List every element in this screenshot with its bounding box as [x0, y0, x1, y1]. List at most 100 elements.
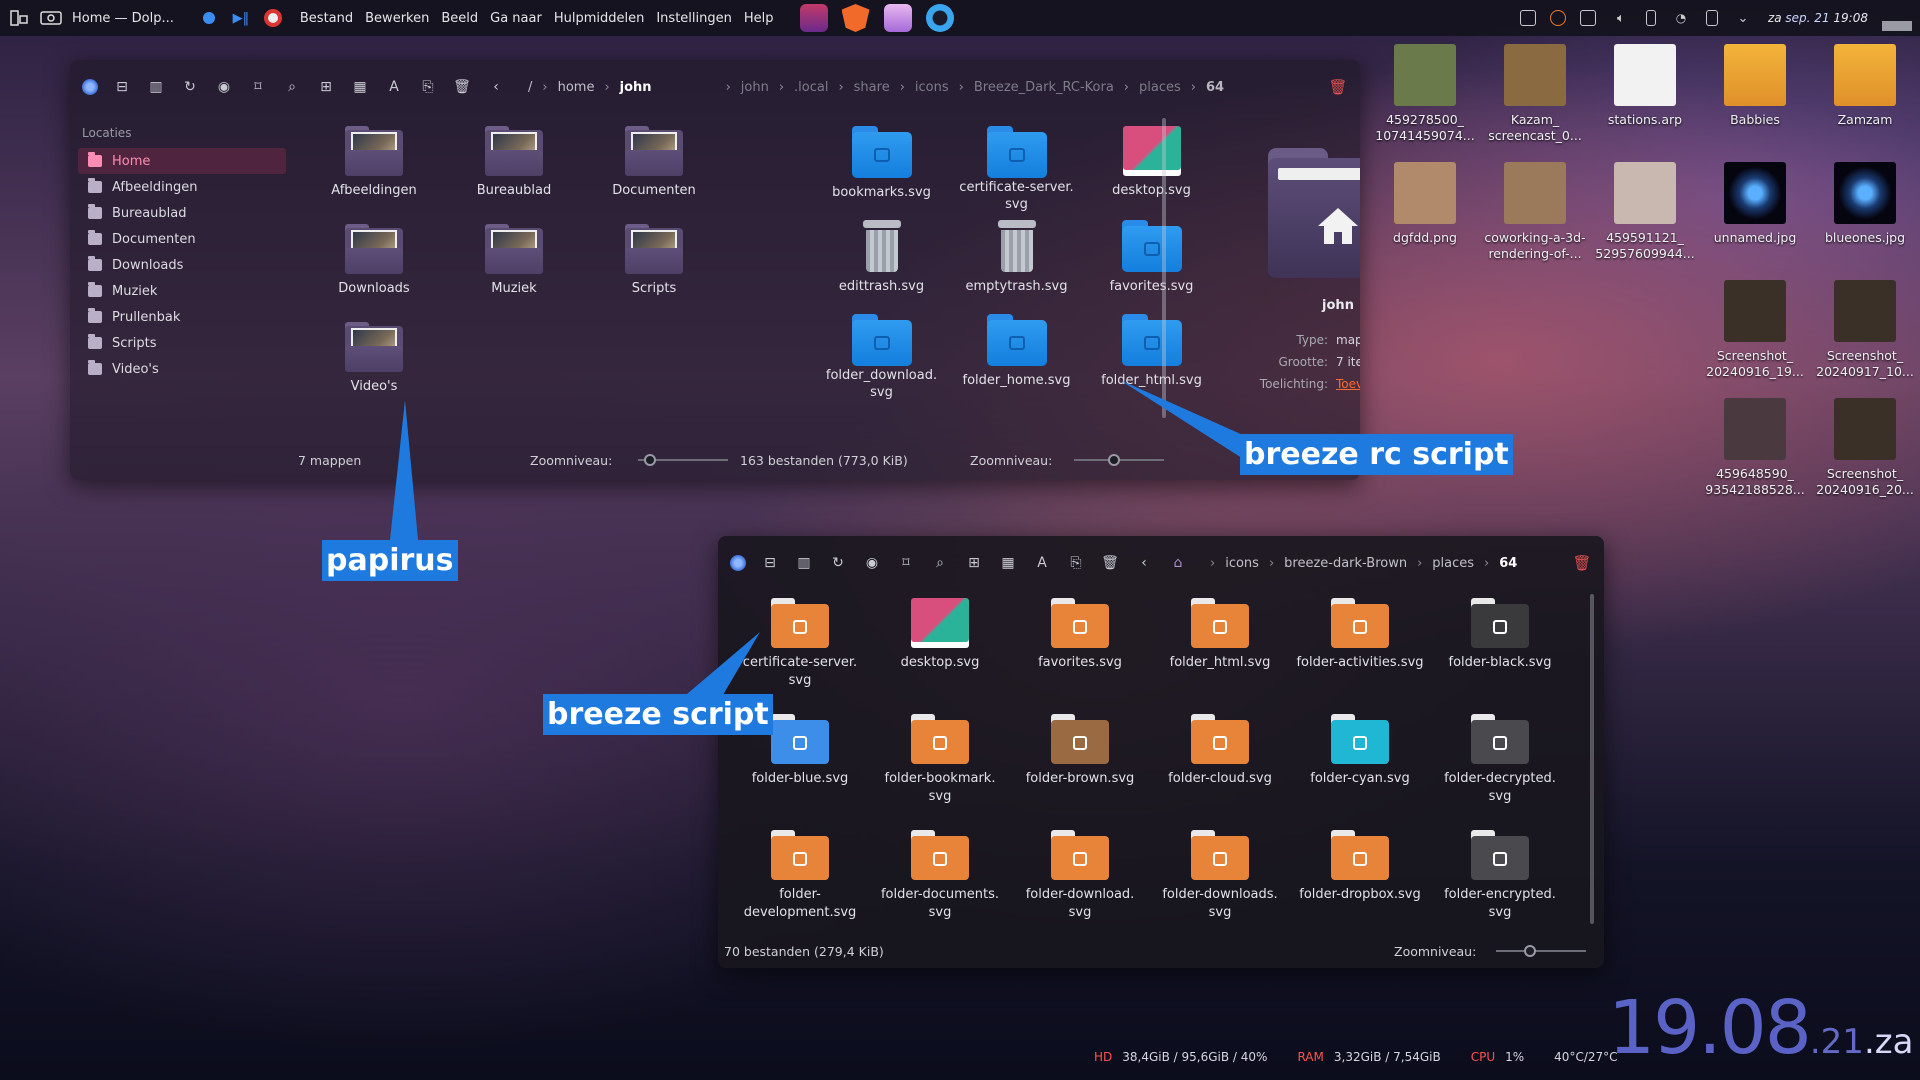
- zoom-slider[interactable]: [638, 454, 728, 466]
- app-launcher-icon[interactable]: [8, 7, 30, 29]
- file-item[interactable]: folder-decrypted. svg: [1430, 714, 1570, 828]
- search-icon[interactable]: ⌕: [282, 77, 302, 97]
- delete-trash-icon[interactable]: 🗑︎: [1328, 77, 1348, 97]
- app-icon[interactable]: [82, 79, 98, 95]
- wifi-icon[interactable]: ◔: [1670, 7, 1692, 29]
- menu-hulpmiddelen[interactable]: Hulpmiddelen: [554, 11, 645, 26]
- desktop-item[interactable]: 459591121_ 52957609944...: [1590, 162, 1700, 270]
- panels-icon[interactable]: ▥: [794, 553, 814, 573]
- desktop-item[interactable]: Babbies: [1700, 44, 1810, 152]
- folder-item[interactable]: Bureaublad: [444, 126, 584, 214]
- file-item[interactable]: folder-cyan.svg: [1290, 714, 1430, 828]
- desktop-item[interactable]: Kazam_ screencast_0...: [1480, 44, 1590, 152]
- folder-item[interactable]: Muziek: [444, 224, 584, 312]
- menu-ga-naar[interactable]: Ga naar: [490, 11, 542, 26]
- crumb-john[interactable]: john: [741, 80, 769, 95]
- crumb-theme[interactable]: Breeze_Dark_RC-Kora: [974, 80, 1114, 95]
- clipboard-icon[interactable]: [1579, 10, 1596, 26]
- details-view-icon[interactable]: ▦: [998, 553, 1018, 573]
- desktop-item[interactable]: unnamed.jpg: [1700, 162, 1810, 270]
- breadcrumb-root[interactable]: /: [528, 80, 532, 95]
- back-icon[interactable]: ‹: [486, 77, 506, 97]
- menu-bewerken[interactable]: Bewerken: [365, 11, 429, 26]
- split-view-icon[interactable]: ⊟: [760, 553, 780, 573]
- app-icon[interactable]: [730, 555, 746, 571]
- crumb-icons[interactable]: icons: [915, 80, 949, 95]
- file-item[interactable]: folder-bookmark. svg: [870, 714, 1010, 828]
- sidebar-item[interactable]: Downloads: [78, 252, 286, 278]
- delete-trash-icon[interactable]: 🗑︎: [1572, 553, 1592, 573]
- crumb-64[interactable]: 64: [1499, 556, 1517, 571]
- trash-icon[interactable]: 🗑︎: [1100, 553, 1120, 573]
- home-folder-icon[interactable]: ⌂: [1168, 553, 1188, 573]
- screenshot-icon[interactable]: [40, 7, 62, 29]
- sidebar-item[interactable]: Documenten: [78, 226, 286, 252]
- folder-item[interactable]: Scripts: [584, 224, 724, 312]
- folder-item[interactable]: Downloads: [304, 224, 444, 312]
- desktop-item[interactable]: dgfdd.png: [1370, 162, 1480, 270]
- document-viewer-icon[interactable]: [883, 4, 912, 32]
- file-item[interactable]: edittrash.svg: [814, 220, 949, 308]
- bookmark-icon[interactable]: ⌑: [248, 77, 268, 97]
- crumb-icons[interactable]: icons: [1225, 556, 1259, 571]
- record-dot-icon[interactable]: [198, 7, 220, 29]
- desktop-item[interactable]: blueones.jpg: [1810, 162, 1920, 270]
- menu-bestand[interactable]: Bestand: [300, 11, 353, 26]
- zoom-slider[interactable]: [1496, 945, 1586, 957]
- icon-view-icon[interactable]: ⊞: [964, 553, 984, 573]
- preview-eye-icon[interactable]: ◉: [214, 77, 234, 97]
- reload-icon[interactable]: ↻: [828, 553, 848, 573]
- breadcrumb-john[interactable]: john: [620, 80, 652, 95]
- preview-eye-icon[interactable]: ◉: [862, 553, 882, 573]
- folder-item[interactable]: Documenten: [584, 126, 724, 214]
- desktop-item[interactable]: stations.arp: [1590, 44, 1700, 152]
- file-item[interactable]: emptytrash.svg: [949, 220, 1084, 308]
- sidebar-item[interactable]: Scripts: [78, 330, 286, 356]
- sidebar-item[interactable]: Muziek: [78, 278, 286, 304]
- desktop-item[interactable]: Screenshot_ 20240916_20...: [1810, 398, 1920, 506]
- sidebar-item[interactable]: Home: [78, 148, 286, 174]
- split-view-icon[interactable]: ⊟: [112, 77, 132, 97]
- panels-icon[interactable]: ▥: [146, 77, 166, 97]
- file-item[interactable]: folder-download. svg: [1010, 830, 1150, 944]
- volume-icon[interactable]: 🔈︎: [1610, 7, 1632, 29]
- trash-icon[interactable]: 🗑︎: [452, 77, 472, 97]
- chevron-down-icon[interactable]: ⌄: [1732, 7, 1754, 29]
- file-item[interactable]: folder_download. svg: [814, 314, 949, 402]
- rename-icon[interactable]: A: [1032, 553, 1052, 573]
- sidebar-item[interactable]: Video's: [78, 356, 286, 382]
- icon-view-icon[interactable]: ⊞: [316, 77, 336, 97]
- file-item[interactable]: desktop.svg: [870, 598, 1010, 712]
- folder-item[interactable]: Afbeeldingen: [304, 126, 444, 214]
- scrollbar[interactable]: [1162, 118, 1166, 418]
- desktop-item[interactable]: Screenshot_ 20240916_19...: [1700, 280, 1810, 388]
- phone-icon[interactable]: [1645, 10, 1656, 26]
- reload-icon[interactable]: ↻: [180, 77, 200, 97]
- music-player-icon[interactable]: [925, 4, 954, 32]
- new-file-icon[interactable]: ⎘: [1066, 553, 1086, 573]
- desktop-item[interactable]: Screenshot_ 20240917_10...: [1810, 280, 1920, 388]
- crumb-share[interactable]: share: [854, 80, 890, 95]
- menu-help[interactable]: Help: [744, 11, 774, 26]
- notes-icon[interactable]: [1519, 10, 1536, 26]
- sidebar-item[interactable]: Afbeeldingen: [78, 174, 286, 200]
- folder-item[interactable]: Video's: [304, 322, 444, 410]
- new-file-icon[interactable]: ⎘: [418, 77, 438, 97]
- file-item[interactable]: folder-activities.svg: [1290, 598, 1430, 712]
- file-item[interactable]: folder-black.svg: [1430, 598, 1570, 712]
- file-item[interactable]: folder_home.svg: [949, 314, 1084, 402]
- file-item[interactable]: folder-cloud.svg: [1150, 714, 1290, 828]
- show-desktop-button[interactable]: [1882, 21, 1912, 31]
- file-item[interactable]: folder-downloads. svg: [1150, 830, 1290, 944]
- file-item[interactable]: bookmarks.svg: [814, 126, 949, 214]
- clock[interactable]: za sep. 21 19:08: [1768, 11, 1868, 25]
- file-item[interactable]: certificate-server. svg: [949, 126, 1084, 214]
- scrollbar[interactable]: [1590, 594, 1594, 924]
- file-item[interactable]: desktop.svg: [1084, 126, 1219, 214]
- file-item[interactable]: folder-documents. svg: [870, 830, 1010, 944]
- sidebar-item[interactable]: Bureaublad: [78, 200, 286, 226]
- chromium-icon[interactable]: [262, 7, 284, 29]
- battery-icon[interactable]: [1705, 10, 1718, 26]
- search-icon[interactable]: ⌕: [930, 553, 950, 573]
- file-item[interactable]: folder- development.svg: [730, 830, 870, 944]
